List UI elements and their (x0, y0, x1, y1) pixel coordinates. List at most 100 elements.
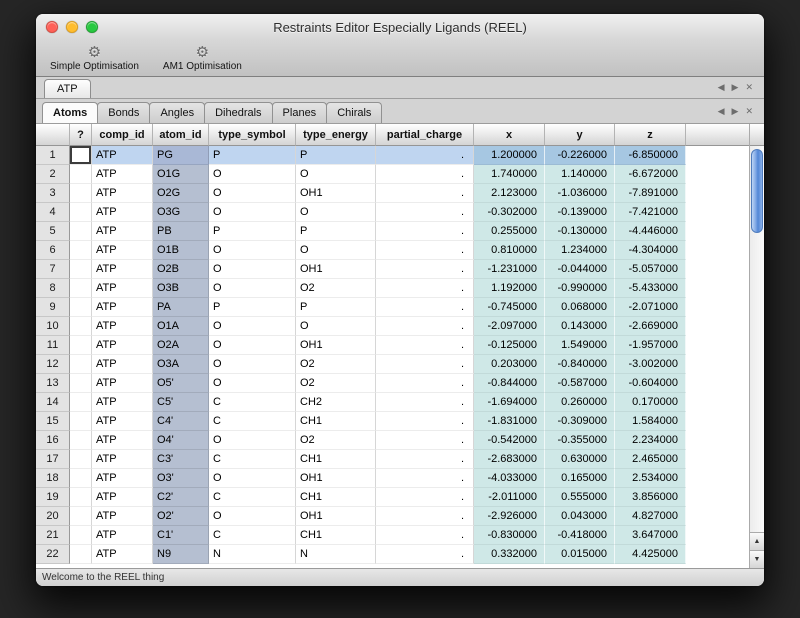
col-header-q[interactable]: ? (70, 124, 92, 146)
row-number[interactable]: 18 (36, 469, 70, 488)
cell-x[interactable]: -0.745000 (474, 298, 545, 317)
cell-atom-id[interactable]: C4' (153, 412, 209, 431)
row-number[interactable]: 1 (36, 146, 70, 165)
cell-comp-id[interactable]: ATP (92, 146, 153, 165)
cell-z[interactable]: -2.071000 (615, 298, 686, 317)
row-number[interactable]: 12 (36, 355, 70, 374)
cell-y[interactable]: -0.990000 (545, 279, 615, 298)
cell-partial-charge[interactable]: . (376, 279, 474, 298)
cell-type-energy[interactable]: OH1 (296, 507, 376, 526)
cell-type-symbol[interactable]: N (209, 545, 296, 564)
cell-atom-id[interactable]: O2' (153, 507, 209, 526)
cell-partial-charge[interactable]: . (376, 355, 474, 374)
cell-atom-id[interactable]: O2G (153, 184, 209, 203)
cell-type-energy[interactable]: OH1 (296, 336, 376, 355)
cell-type-symbol[interactable]: C (209, 526, 296, 545)
row-number[interactable]: 2 (36, 165, 70, 184)
cell-type-symbol[interactable]: P (209, 146, 296, 165)
table-row[interactable]: 8ATPO3BOO2.1.192000-0.990000-5.433000 (36, 279, 749, 298)
scrollbar-track[interactable] (750, 146, 764, 532)
cell-y[interactable]: 0.165000 (545, 469, 615, 488)
cell-x[interactable]: 0.255000 (474, 222, 545, 241)
cell-type-symbol[interactable]: O (209, 469, 296, 488)
row-number[interactable]: 16 (36, 431, 70, 450)
cell-y[interactable]: -0.044000 (545, 260, 615, 279)
cell-partial-charge[interactable]: . (376, 374, 474, 393)
cell-comp-id[interactable]: ATP (92, 355, 153, 374)
cell-atom-id[interactable]: O3A (153, 355, 209, 374)
cell-x[interactable]: 0.203000 (474, 355, 545, 374)
cell-x[interactable]: -0.844000 (474, 374, 545, 393)
cell-q[interactable] (70, 184, 92, 203)
cell-comp-id[interactable]: ATP (92, 279, 153, 298)
cell-atom-id[interactable]: N9 (153, 545, 209, 564)
cell-type-symbol[interactable]: C (209, 393, 296, 412)
cell-y[interactable]: 0.260000 (545, 393, 615, 412)
table-row[interactable]: 15ATPC4'CCH1.-1.831000-0.3090001.584000 (36, 412, 749, 431)
cell-comp-id[interactable]: ATP (92, 298, 153, 317)
cell-atom-id[interactable]: C3' (153, 450, 209, 469)
cell-x[interactable]: -2.097000 (474, 317, 545, 336)
cell-partial-charge[interactable]: . (376, 165, 474, 184)
row-number[interactable]: 4 (36, 203, 70, 222)
cell-type-symbol[interactable]: O (209, 507, 296, 526)
cell-q[interactable] (70, 146, 92, 165)
cell-partial-charge[interactable]: . (376, 450, 474, 469)
cell-type-energy[interactable]: O (296, 203, 376, 222)
titlebar[interactable]: Restraints Editor Especially Ligands (RE… (36, 14, 764, 40)
table-row[interactable]: 14ATPC5'CCH2.-1.6940000.2600000.170000 (36, 393, 749, 412)
cell-partial-charge[interactable]: . (376, 526, 474, 545)
cell-comp-id[interactable]: ATP (92, 545, 153, 564)
cell-x[interactable]: 1.192000 (474, 279, 545, 298)
cell-comp-id[interactable]: ATP (92, 412, 153, 431)
cell-atom-id[interactable]: O1B (153, 241, 209, 260)
cell-partial-charge[interactable]: . (376, 412, 474, 431)
row-number[interactable]: 11 (36, 336, 70, 355)
cell-y[interactable]: 0.555000 (545, 488, 615, 507)
cell-q[interactable] (70, 222, 92, 241)
cell-q[interactable] (70, 374, 92, 393)
cell-atom-id[interactable]: PB (153, 222, 209, 241)
table-row[interactable]: 21ATPC1'CCH1.-0.830000-0.4180003.647000 (36, 526, 749, 545)
cell-type-symbol[interactable]: O (209, 355, 296, 374)
cell-q[interactable] (70, 260, 92, 279)
cell-z[interactable]: 4.425000 (615, 545, 686, 564)
cell-partial-charge[interactable]: . (376, 184, 474, 203)
cell-partial-charge[interactable]: . (376, 241, 474, 260)
cell-comp-id[interactable]: ATP (92, 165, 153, 184)
cell-partial-charge[interactable]: . (376, 203, 474, 222)
am1-optimisation-button[interactable]: ⚙ AM1 Optimisation (163, 45, 242, 72)
row-number[interactable]: 3 (36, 184, 70, 203)
cell-type-energy[interactable]: CH1 (296, 526, 376, 545)
cell-partial-charge[interactable]: . (376, 393, 474, 412)
cell-type-energy[interactable]: O2 (296, 279, 376, 298)
table-row[interactable]: 1ATPPGPP.1.200000-0.226000-6.850000 (36, 146, 749, 165)
tab-close-icon[interactable]: ✕ (745, 83, 753, 92)
cell-x[interactable]: -4.033000 (474, 469, 545, 488)
cell-q[interactable] (70, 317, 92, 336)
cell-partial-charge[interactable]: . (376, 317, 474, 336)
cell-x[interactable]: 0.810000 (474, 241, 545, 260)
cell-q[interactable] (70, 488, 92, 507)
cell-y[interactable]: 0.068000 (545, 298, 615, 317)
table-row[interactable]: 17ATPC3'CCH1.-2.6830000.6300002.465000 (36, 450, 749, 469)
table-row[interactable]: 4ATPO3GOO.-0.302000-0.139000-7.421000 (36, 203, 749, 222)
cell-x[interactable]: 2.123000 (474, 184, 545, 203)
table-row[interactable]: 7ATPO2BOOH1.-1.231000-0.044000-5.057000 (36, 260, 749, 279)
cell-type-energy[interactable]: O (296, 317, 376, 336)
cell-type-energy[interactable]: OH1 (296, 469, 376, 488)
cell-comp-id[interactable]: ATP (92, 184, 153, 203)
cell-z[interactable]: 0.170000 (615, 393, 686, 412)
cell-type-symbol[interactable]: O (209, 279, 296, 298)
row-number[interactable]: 13 (36, 374, 70, 393)
tab-dihedrals[interactable]: Dihedrals (204, 102, 272, 123)
col-header-z[interactable]: z (615, 124, 686, 146)
cell-type-symbol[interactable]: O (209, 317, 296, 336)
cell-atom-id[interactable]: O1A (153, 317, 209, 336)
cell-q[interactable] (70, 431, 92, 450)
zoom-window-button[interactable] (86, 21, 98, 33)
cell-x[interactable]: -2.683000 (474, 450, 545, 469)
cell-type-energy[interactable]: P (296, 298, 376, 317)
cell-comp-id[interactable]: ATP (92, 260, 153, 279)
cell-comp-id[interactable]: ATP (92, 450, 153, 469)
